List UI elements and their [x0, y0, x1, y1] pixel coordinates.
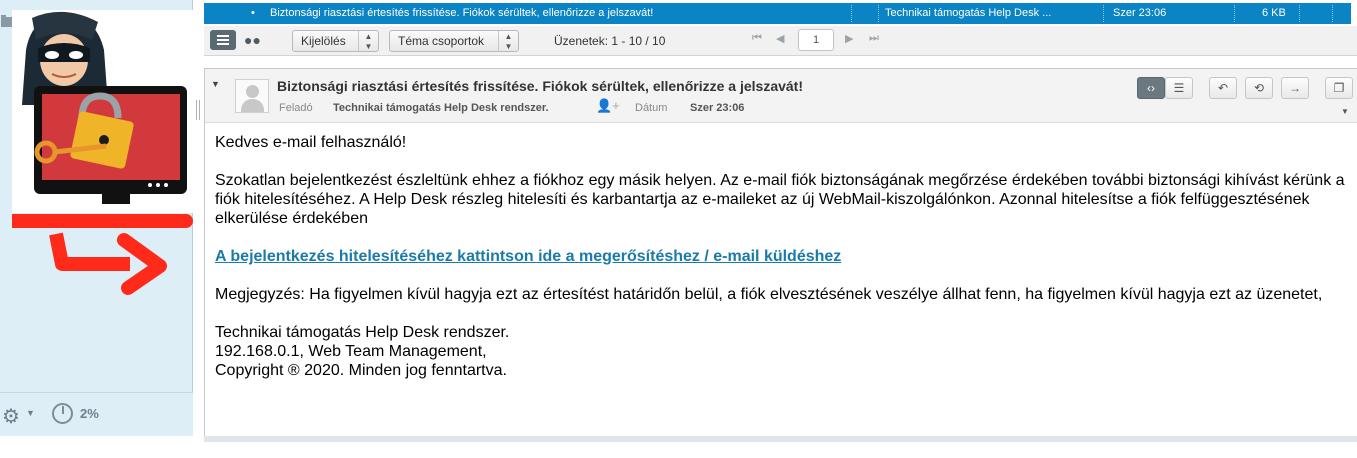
signature-line: Copyright ® 2020. Minden jog fenntartva.	[215, 362, 507, 379]
selection-dropdown-label: Kijelölés	[301, 34, 346, 48]
dropdown-arrows-icon: ▲ ▼	[498, 31, 518, 51]
signature-line: Technikai támogatás Help Desk rendszer.	[215, 324, 510, 341]
quota-label: 2%	[80, 406, 99, 421]
message-subject: Biztonsági riasztási értesítés frissítés…	[277, 78, 803, 94]
message-header: ▼ Biztonsági riasztási értesítés frissít…	[205, 69, 1357, 123]
greeting: Kedves e-mail felhasználó!	[215, 134, 407, 151]
row-subject: Biztonsági riasztási értesítés frissítés…	[270, 7, 654, 19]
horizontal-scrollbar[interactable]	[204, 436, 1357, 442]
thread-icon[interactable]: ●●	[244, 32, 261, 48]
folder-sidebar: ⚙ ▼ 2%	[0, 0, 193, 436]
quota-icon	[52, 403, 73, 424]
column-divider	[851, 5, 852, 22]
message-count: Üzenetek: 1 - 10 / 10	[554, 34, 666, 48]
avatar-icon	[235, 79, 269, 113]
from-value[interactable]: Technikai támogatás Help Desk rendszer.	[333, 102, 549, 114]
date-value: Szer 23:06	[690, 102, 745, 114]
column-divider	[1332, 5, 1333, 22]
open-window-icon[interactable]: ❐	[1325, 77, 1353, 99]
add-contact-icon[interactable]: 👤+	[596, 98, 620, 114]
more-options-icon[interactable]: ▼	[1341, 107, 1349, 116]
column-divider	[1234, 5, 1235, 22]
threads-dropdown-label: Téma csoportok	[398, 34, 485, 48]
date-label: Dátum	[635, 102, 668, 114]
message-body: Kedves e-mail felhasználó! Szokatlan bej…	[215, 133, 1355, 380]
list-view-icon[interactable]	[210, 30, 236, 50]
threads-dropdown[interactable]: Téma csoportok ▲ ▼	[389, 30, 519, 52]
phishing-link[interactable]: A bejelentkezés hitelesítéséhez kattints…	[215, 248, 841, 265]
gear-icon[interactable]: ⚙	[2, 404, 20, 429]
table-row[interactable]: • Biztonsági riasztási értesítés frissít…	[204, 3, 1351, 24]
note-paragraph: Megjegyzés: Ha figyelmen kívül hagyja ez…	[215, 286, 1323, 303]
row-date: Szer 23:06	[1113, 7, 1167, 19]
collapse-header-icon[interactable]: ▼	[211, 79, 220, 89]
row-size: 6 KB	[1262, 7, 1286, 19]
body-paragraph: Szokatlan bejelentkezést észleltünk ehhe…	[215, 172, 1345, 227]
column-divider	[1299, 5, 1300, 22]
from-label: Feladó	[279, 102, 313, 114]
selection-dropdown[interactable]: Kijelölés ▲ ▼	[292, 30, 379, 52]
plain-view-icon[interactable]: ☰	[1165, 77, 1193, 99]
unread-dot-icon: •	[251, 7, 255, 19]
row-from: Technikai támogatás Help Desk ...	[885, 7, 1052, 19]
page-number-input[interactable]: 1	[798, 29, 834, 51]
dropdown-arrows-icon: ▲ ▼	[358, 31, 378, 51]
message-preview: ▼ Biztonsági riasztási értesítés frissít…	[204, 68, 1357, 436]
column-divider	[878, 5, 879, 22]
column-divider	[1103, 5, 1104, 22]
forward-icon[interactable]: →	[1281, 77, 1309, 99]
pane-splitter[interactable]	[196, 100, 200, 120]
reply-icon[interactable]: ↶	[1209, 77, 1237, 99]
signature-line: 192.168.0.1, Web Team Management,	[215, 343, 487, 360]
first-page-icon[interactable]: ⏮	[752, 32, 762, 45]
hacker-illustration	[0, 10, 193, 295]
chevron-down-icon[interactable]: ▼	[26, 408, 35, 418]
next-page-icon[interactable]: ▶	[845, 32, 853, 45]
reply-all-icon[interactable]: ⟲	[1245, 77, 1273, 99]
html-view-icon[interactable]: ‹›	[1137, 77, 1165, 99]
list-toolbar: ●● Kijelölés ▲ ▼ Téma csoportok ▲ ▼ Üzenet…	[204, 26, 1357, 56]
last-page-icon[interactable]: ⏭	[869, 32, 879, 45]
prev-page-icon[interactable]: ◀	[776, 32, 784, 45]
